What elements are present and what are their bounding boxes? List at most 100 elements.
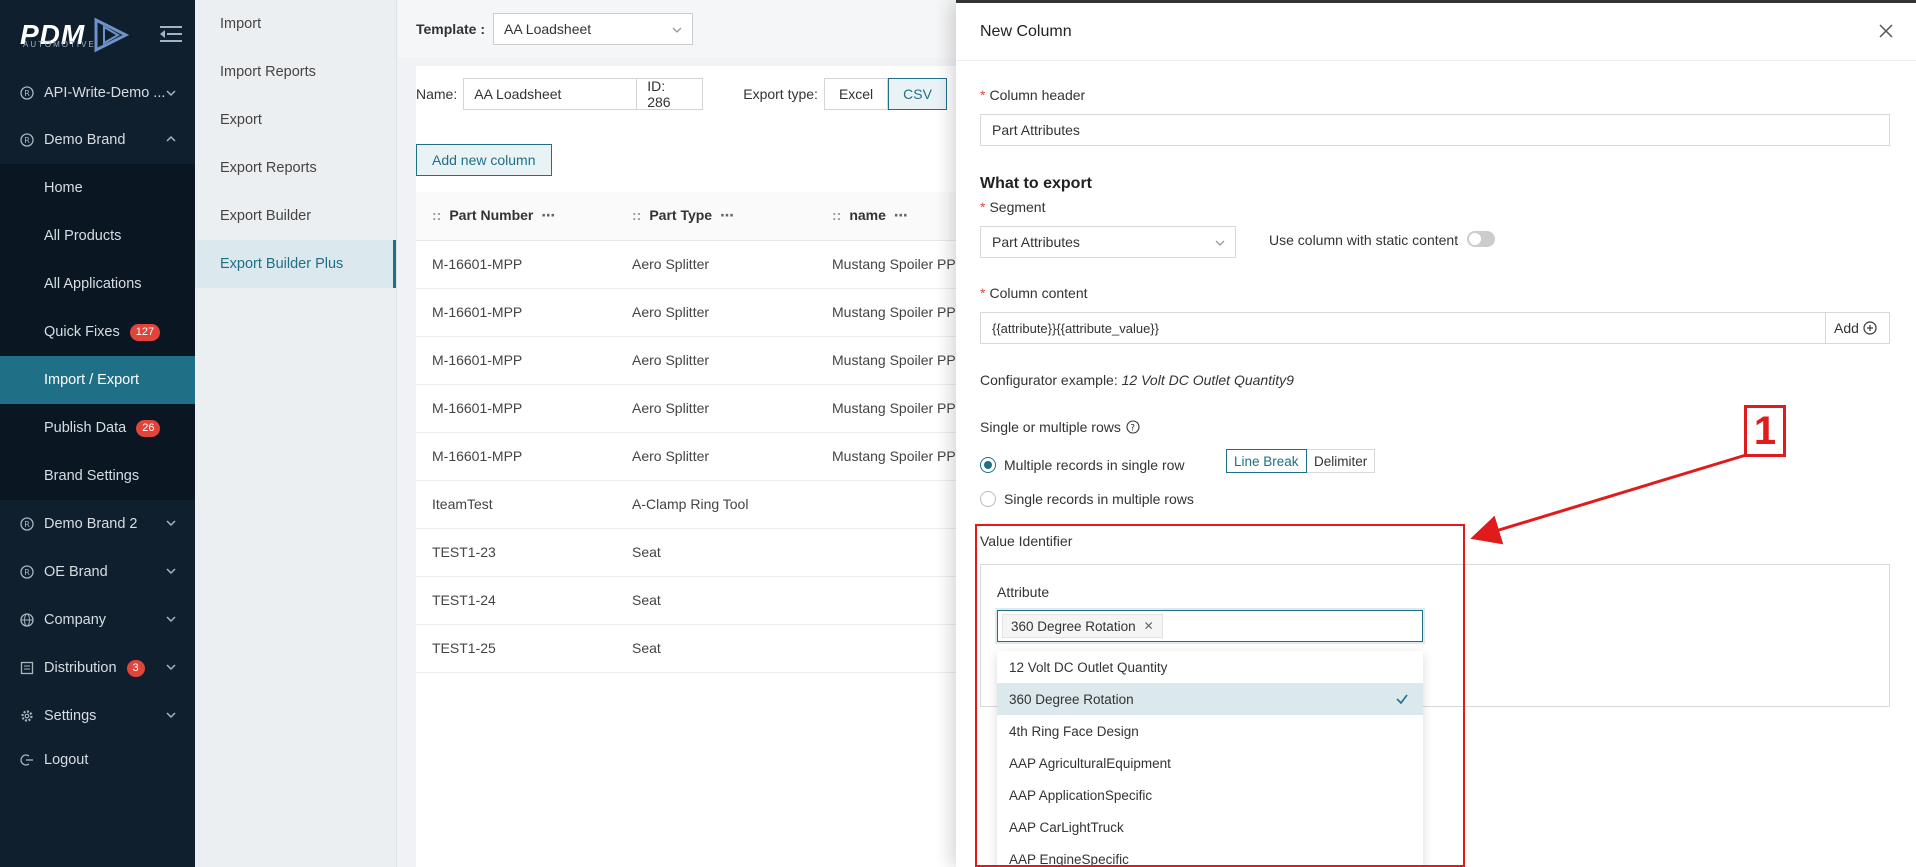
- sidebar-item-label: Demo Brand: [44, 132, 126, 148]
- chevron-down-icon: [166, 520, 176, 527]
- publish-data-badge: 26: [136, 419, 161, 437]
- annotation-highlight-box: [975, 524, 1465, 867]
- submenu-label: Import: [220, 16, 262, 32]
- sidebar-item-oe-brand[interactable]: R OE Brand: [0, 548, 195, 596]
- submenu-item-import[interactable]: Import: [195, 0, 396, 48]
- table-cell: Aero Splitter: [616, 432, 816, 481]
- table-cell: Aero Splitter: [616, 288, 816, 337]
- submenu-label: Export Builder Plus: [220, 256, 344, 272]
- drag-handle-icon[interactable]: ::: [832, 207, 841, 223]
- column-header-part-number[interactable]: :: Part Number ⋯: [416, 192, 616, 241]
- more-icon[interactable]: ⋯: [894, 207, 908, 223]
- plus-circle-icon: [1863, 321, 1877, 335]
- add-placeholder-button[interactable]: Add: [1826, 312, 1890, 344]
- more-icon[interactable]: ⋯: [541, 207, 555, 223]
- drag-handle-icon[interactable]: ::: [432, 207, 441, 223]
- svg-text:R: R: [24, 568, 30, 577]
- sidebar-item-all-applications[interactable]: All Applications: [0, 260, 195, 308]
- drag-handle-icon[interactable]: ::: [632, 207, 641, 223]
- line-break-button[interactable]: Line Break: [1226, 449, 1307, 473]
- radio-multiple-records[interactable]: Multiple records in single row: [980, 457, 1185, 473]
- required-mark: *: [980, 199, 986, 215]
- submenu-item-export-reports[interactable]: Export Reports: [195, 144, 396, 192]
- sidebar-item-company[interactable]: Company: [0, 596, 195, 644]
- sidebar-item-demo-brand[interactable]: R Demo Brand: [0, 116, 195, 164]
- submenu-label: Export Reports: [220, 160, 317, 176]
- sidebar-item-settings[interactable]: Settings: [0, 692, 195, 740]
- table-cell: Aero Splitter: [616, 336, 816, 385]
- chevron-down-icon: [1215, 240, 1225, 246]
- id-value: ID: 286: [647, 78, 671, 110]
- table-row: M-16601-MPP Aero Splitter Mustang Spoiler …: [416, 288, 1016, 337]
- id-field: ID: 286: [637, 78, 704, 110]
- chevron-down-icon: [166, 664, 176, 671]
- sidebar-item-label: Home: [44, 180, 83, 196]
- registered-icon: R: [20, 86, 34, 100]
- chevron-down-icon: [166, 712, 176, 719]
- logo-mark-icon: [94, 17, 129, 53]
- sidebar-item-publish-data[interactable]: Publish Data 26: [0, 404, 195, 452]
- column-header-input[interactable]: Part Attributes: [980, 114, 1890, 146]
- chevron-down-icon: [166, 568, 176, 575]
- sidebar-item-distribution[interactable]: Distribution 3: [0, 644, 195, 692]
- radio-dot[interactable]: [980, 491, 996, 507]
- registered-icon: R: [20, 133, 34, 147]
- table-cell: M-16601-MPP: [416, 432, 616, 481]
- sidebar-item-demo-brand-2[interactable]: R Demo Brand 2: [0, 500, 195, 548]
- radio-single-records[interactable]: Single records in multiple rows: [980, 491, 1194, 507]
- sidebar-item-home[interactable]: Home: [0, 164, 195, 212]
- sidebar-item-label: Quick Fixes: [44, 324, 120, 340]
- sidebar-item-label: Brand Settings: [44, 468, 140, 484]
- quick-fixes-badge: 127: [129, 323, 161, 341]
- submenu-item-export[interactable]: Export: [195, 96, 396, 144]
- column-header-part-type[interactable]: :: Part Type ⋯: [616, 192, 816, 241]
- delimiter-button[interactable]: Delimiter: [1307, 449, 1376, 473]
- sidebar-item-label: Distribution: [44, 660, 117, 676]
- close-icon[interactable]: [1878, 23, 1894, 39]
- table-cell: Aero Splitter: [616, 240, 816, 289]
- table-cell: TEST1-23: [416, 528, 616, 577]
- template-label: Template :: [416, 21, 485, 37]
- sidebar-item-import-export[interactable]: Import / Export: [0, 356, 195, 404]
- segment-label: * Segment: [980, 199, 1046, 215]
- sidebar-item-logout[interactable]: Logout: [0, 740, 195, 780]
- name-row: Name: AA Loadsheet ID: 286 Export type: …: [416, 78, 947, 110]
- more-icon[interactable]: ⋯: [720, 207, 734, 223]
- what-to-export-heading: What to export: [980, 175, 1092, 192]
- table-cell: TEST1-25: [416, 624, 616, 673]
- collapse-menu-icon[interactable]: [160, 24, 182, 44]
- sidebar-item-quick-fixes[interactable]: Quick Fixes 127: [0, 308, 195, 356]
- help-icon[interactable]: ?: [1126, 420, 1140, 434]
- submenu-item-import-reports[interactable]: Import Reports: [195, 48, 396, 96]
- sidebar-item-label: All Applications: [44, 276, 142, 292]
- columns-table: :: Part Number ⋯ :: Part Type ⋯ :: name ⋯ M-16…: [416, 192, 1016, 673]
- column-content-input[interactable]: {{attribute}}{{attribute_value}}: [980, 312, 1826, 344]
- configurator-label: Configurator example:: [980, 372, 1118, 388]
- template-select[interactable]: AA Loadsheet: [492, 13, 693, 45]
- table-row: M-16601-MPP Aero Splitter Mustang Spoiler …: [416, 336, 1016, 385]
- export-type-csv-button[interactable]: CSV: [888, 78, 947, 110]
- drawer-header: New Column: [956, 3, 1916, 61]
- column-content-label: * Column content: [980, 285, 1088, 301]
- submenu-item-export-builder-plus[interactable]: Export Builder Plus: [195, 240, 396, 288]
- sidebar-item-all-products[interactable]: All Products: [0, 212, 195, 260]
- table-row: M-16601-MPP Aero Splitter Mustang Spoiler …: [416, 432, 1016, 481]
- svg-text:R: R: [24, 520, 30, 529]
- sidebar-item-brand-settings[interactable]: Brand Settings: [0, 452, 195, 500]
- name-value: AA Loadsheet: [474, 86, 562, 102]
- add-label: Add: [1834, 320, 1859, 336]
- segment-select[interactable]: Part Attributes: [980, 226, 1236, 258]
- submenu-item-export-builder[interactable]: Export Builder: [195, 192, 396, 240]
- table-cell: M-16601-MPP: [416, 288, 616, 337]
- globe-icon: [20, 613, 34, 627]
- add-new-column-button[interactable]: Add new column: [416, 144, 552, 176]
- excel-label: Excel: [838, 86, 874, 102]
- chevron-down-icon: [672, 27, 682, 33]
- radio-dot[interactable]: [980, 457, 996, 473]
- table-row: IteamTest A-Clamp Ring Tool: [416, 480, 1016, 529]
- sidebar-item-api-write-demo[interactable]: R API-Write-Demo ...: [0, 70, 195, 116]
- static-content-toggle[interactable]: [1467, 231, 1495, 247]
- export-type-excel-button[interactable]: Excel: [823, 78, 889, 110]
- name-input[interactable]: AA Loadsheet: [463, 78, 638, 110]
- table-cell: Aero Splitter: [616, 384, 816, 433]
